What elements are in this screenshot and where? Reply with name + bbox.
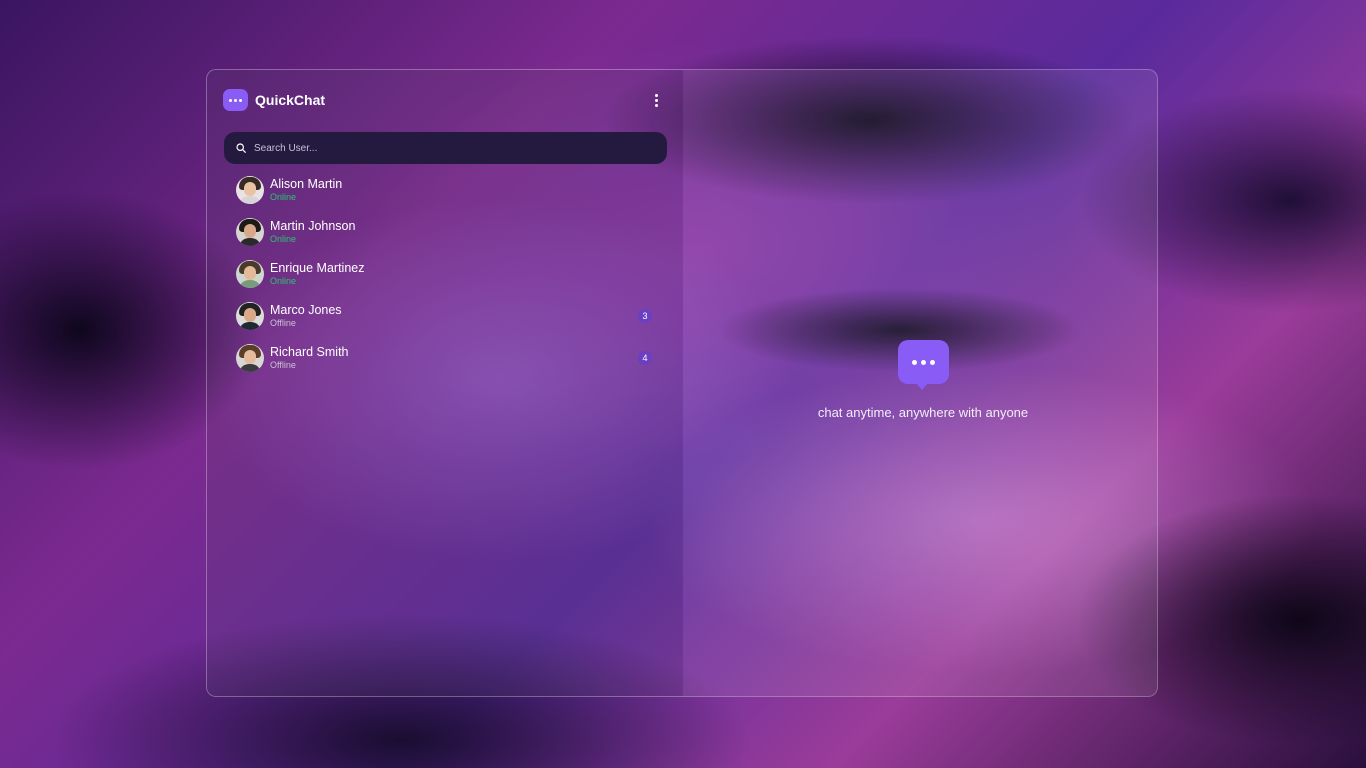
user-status: Offline xyxy=(270,318,296,328)
avatar xyxy=(236,302,264,330)
user-item-marco-jones[interactable]: Marco Jones Offline 3 xyxy=(236,295,667,337)
user-status: Offline xyxy=(270,360,296,370)
user-name: Marco Jones xyxy=(270,303,342,317)
chat-bubble-icon xyxy=(897,340,949,390)
user-name: Martin Johnson xyxy=(270,219,356,233)
user-status: Online xyxy=(270,276,297,286)
contacts-pane: QuickChat Alison Martin Online xyxy=(207,70,683,696)
user-name: Enrique Martinez xyxy=(270,261,365,275)
chat-window: QuickChat Alison Martin Online xyxy=(206,69,1158,697)
search-icon xyxy=(236,143,246,153)
user-status: Online xyxy=(270,192,297,202)
user-item-enrique-martinez[interactable]: Enrique Martinez Online xyxy=(236,253,667,295)
avatar xyxy=(236,176,264,204)
avatar xyxy=(236,218,264,246)
avatar xyxy=(236,344,264,372)
unread-badge: 4 xyxy=(638,351,652,365)
search-input[interactable] xyxy=(252,141,636,155)
user-item-alison-martin[interactable]: Alison Martin Online xyxy=(236,169,667,211)
empty-state-tagline: chat anytime, anywhere with anyone xyxy=(817,405,1029,420)
unread-badge: 3 xyxy=(638,309,652,323)
app-name: QuickChat xyxy=(255,92,326,108)
kebab-menu-icon[interactable] xyxy=(655,94,658,107)
user-item-richard-smith[interactable]: Richard Smith Offline 4 xyxy=(236,337,667,379)
empty-state: chat anytime, anywhere with anyone xyxy=(805,340,1041,420)
app-brand: QuickChat xyxy=(223,89,325,111)
search-bar[interactable] xyxy=(224,132,667,164)
user-item-martin-johnson[interactable]: Martin Johnson Online xyxy=(236,211,667,253)
user-status: Online xyxy=(270,234,297,244)
avatar xyxy=(236,260,264,288)
user-name: Richard Smith xyxy=(270,345,349,359)
user-name: Alison Martin xyxy=(270,177,343,191)
user-list: Alison Martin Online Martin Johnson Onli… xyxy=(236,169,667,379)
chat-bubble-icon xyxy=(223,89,248,111)
